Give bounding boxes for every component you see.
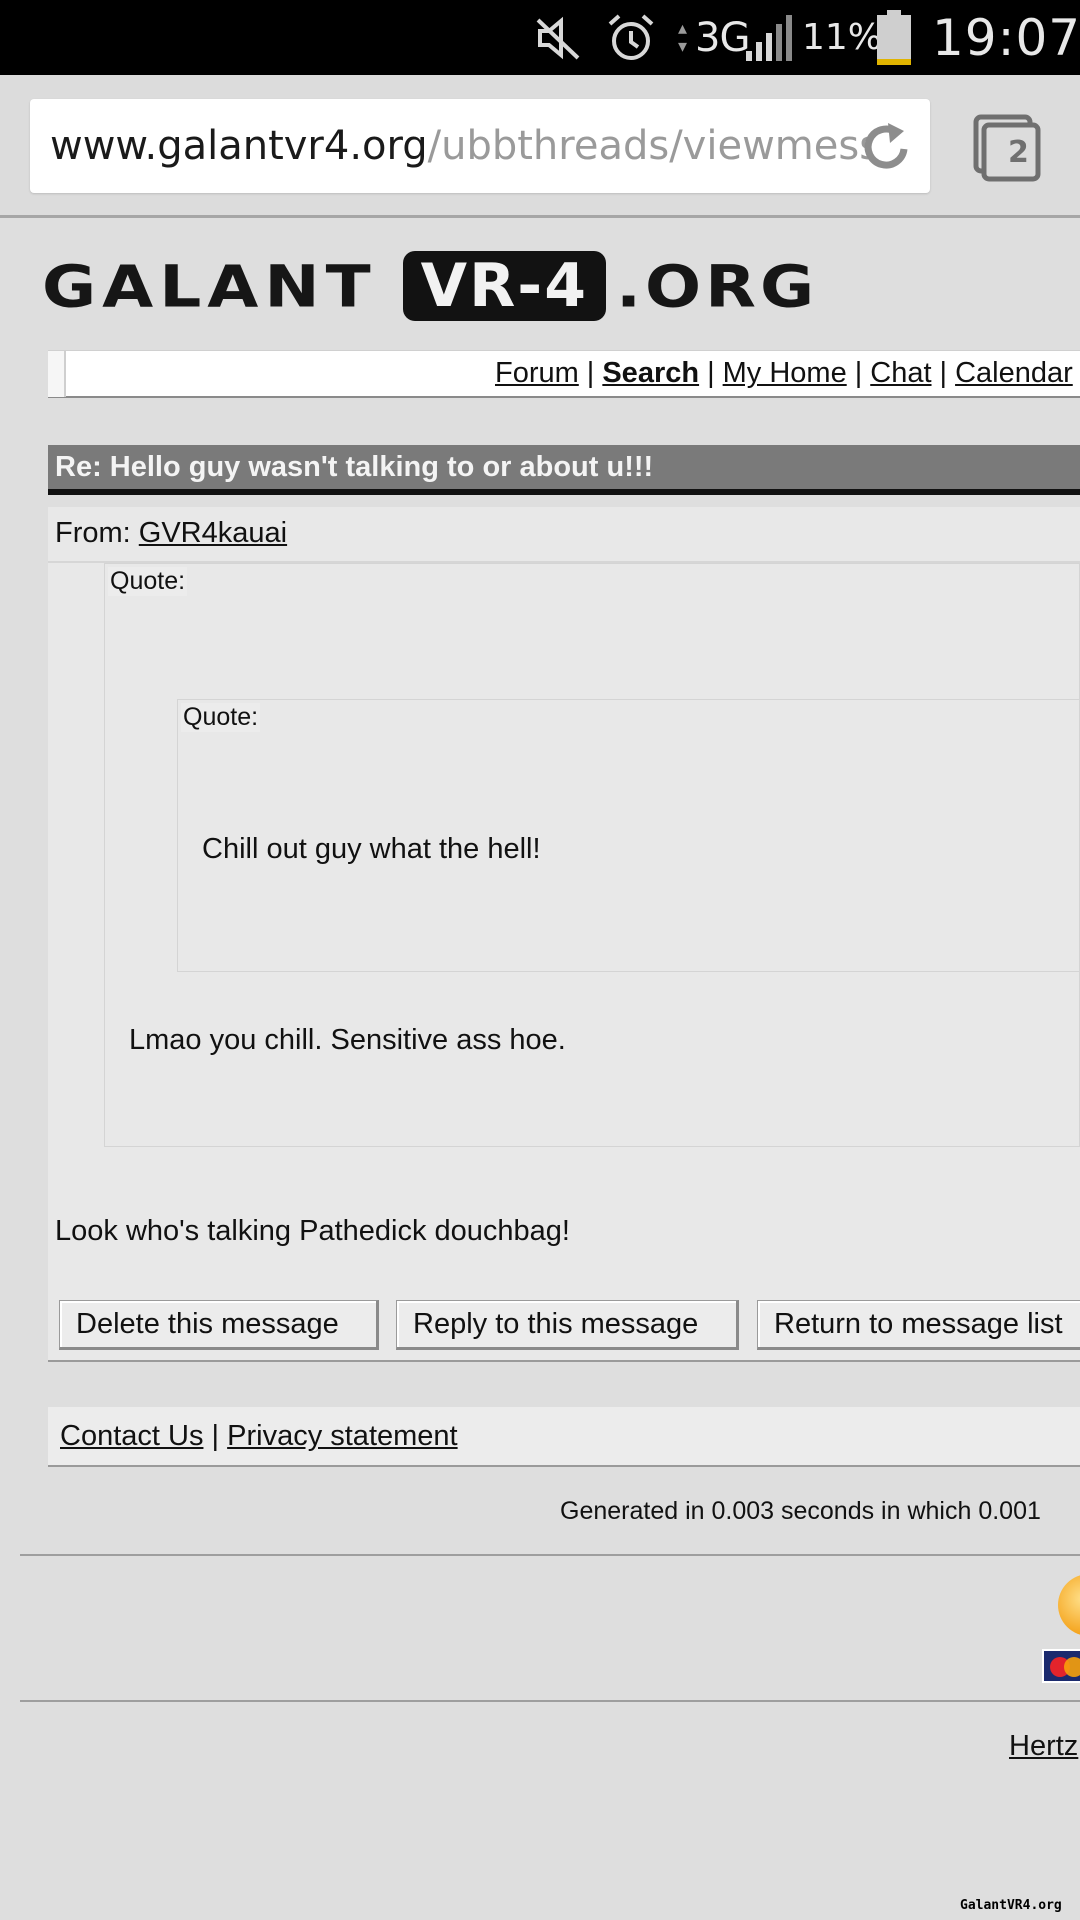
post-body: From: GVR4kauai Quote: Quote: Chill out … — [48, 507, 1080, 1362]
contact-us-link[interactable]: Contact Us — [60, 1420, 203, 1452]
browser-toolbar: www.galantvr4.org/ubbthreads/viewmessage… — [0, 75, 1080, 218]
delete-message-button[interactable]: Delete this message — [59, 1300, 379, 1350]
nav-my-home[interactable]: My Home — [723, 357, 847, 389]
battery-percent: 11% — [802, 17, 883, 58]
nav-forum[interactable]: Forum — [495, 357, 579, 389]
quote-label: Quote: — [181, 703, 261, 732]
data-arrows-icon: ▴ ▾ — [678, 17, 687, 57]
address-bar[interactable]: www.galantvr4.org/ubbthreads/viewmessage… — [30, 99, 930, 193]
footer-links: Contact Us | Privacy statement — [48, 1407, 1080, 1467]
forum-nav: Forum|Search|My Home|Chat|Calendar|L — [48, 350, 1080, 398]
reply-message-button[interactable]: Reply to this message — [396, 1300, 739, 1350]
nav-separator: | — [586, 357, 595, 389]
logo-word-galant: GALANT — [42, 252, 377, 320]
post-title: Re: Hello guy wasn't talking to or about… — [48, 445, 1080, 495]
logo-badge: VR-4 — [402, 251, 606, 321]
signal-icon — [744, 0, 796, 75]
hertz-link[interactable]: Hertz — [1009, 1730, 1078, 1762]
sponsor-badge-icon[interactable] — [1058, 1574, 1080, 1636]
nav-search[interactable]: Search — [602, 357, 699, 389]
logo-word-org: .ORG — [615, 252, 819, 320]
nav-separator: | — [939, 357, 948, 389]
generated-time-text: Generated in 0.003 seconds in which 0.00… — [560, 1497, 1041, 1525]
tab-count: 2 — [1008, 135, 1029, 170]
post-author-link[interactable]: GVR4kauai — [139, 517, 287, 549]
nav-separator: | — [707, 357, 715, 389]
outer-quote: Quote: Quote: Chill out guy what the hel… — [104, 563, 1080, 1147]
post-from-row: From: GVR4kauai — [48, 507, 1080, 563]
alarm-icon — [606, 0, 658, 75]
reload-icon[interactable] — [858, 119, 914, 175]
credit-card-icon — [1042, 1649, 1080, 1683]
status-bar: ▴ ▾ 3G 11% 19:07 — [0, 0, 1080, 75]
url-host: www.galantvr4.org — [50, 123, 428, 169]
nav-left-edge — [48, 351, 66, 397]
quote-label: Quote: — [108, 567, 188, 596]
return-to-list-button[interactable]: Return to message list — [757, 1300, 1080, 1350]
nav-links: Forum|Search|My Home|Chat|Calendar|L — [495, 357, 1080, 390]
clock: 19:07 — [932, 8, 1080, 67]
hertz-link-wrap: Hertz — [1009, 1730, 1078, 1763]
battery-icon — [876, 0, 918, 75]
outer-quote-text: Lmao you chill. Sensitive ass hoe. — [129, 1024, 566, 1056]
site-logo[interactable]: GALANT VR-4 .ORG — [42, 250, 818, 322]
divider — [20, 1554, 1080, 1556]
nav-calendar[interactable]: Calendar — [955, 357, 1073, 389]
privacy-statement-link[interactable]: Privacy statement — [227, 1420, 457, 1452]
divider — [20, 1700, 1080, 1702]
inner-quote: Quote: Chill out guy what the hell! — [177, 699, 1080, 972]
reply-text: Look who's talking Pathedick douchbag! — [55, 1215, 570, 1247]
footer-separator: | — [211, 1420, 220, 1452]
nav-separator: | — [854, 357, 863, 389]
post-actions: Delete this message Reply to this messag… — [48, 1300, 1080, 1350]
tabs-button[interactable]: 2 — [972, 113, 1042, 183]
from-label: From: — [55, 517, 131, 549]
inner-quote-text: Chill out guy what the hell! — [202, 833, 541, 865]
mute-icon — [532, 0, 588, 75]
watermark: GalantVR4.org — [960, 1898, 1062, 1913]
nav-chat[interactable]: Chat — [870, 357, 931, 389]
url-path: /ubbthreads/viewmessages.php — [427, 123, 870, 169]
network-indicator: ▴ ▾ 3G — [678, 14, 750, 61]
url-text[interactable]: www.galantvr4.org/ubbthreads/viewmessage… — [50, 119, 870, 173]
